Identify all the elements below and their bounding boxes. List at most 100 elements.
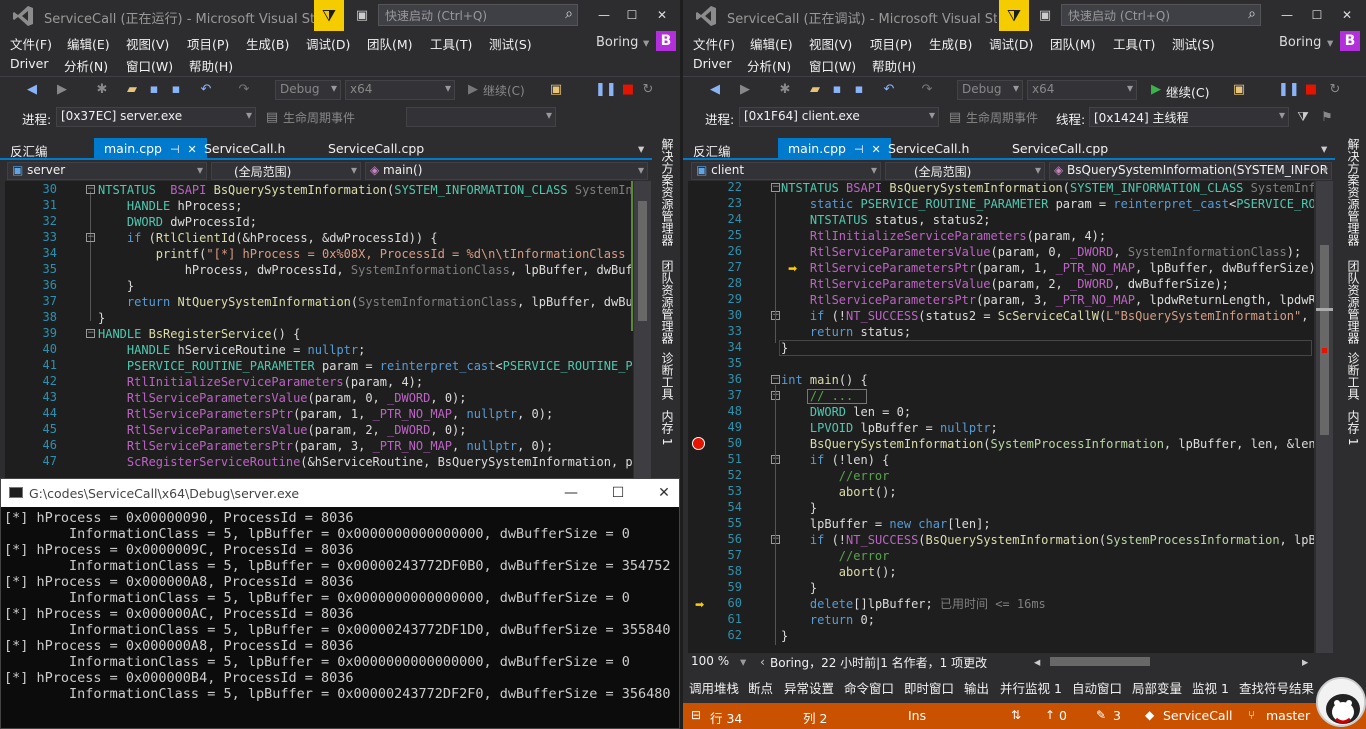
fold-collapse-icon[interactable]: − bbox=[86, 185, 95, 194]
code-line[interactable]: delete[]lpBuffer; 已用时间 <= 16ms bbox=[781, 596, 1046, 612]
fold-collapse-icon[interactable]: − bbox=[86, 233, 95, 242]
code-line[interactable]: RtlServiceParametersValue(param, 0, _DWO… bbox=[781, 244, 1301, 260]
config-combo[interactable]: Debug ▾ bbox=[275, 80, 341, 100]
open-folder-icon[interactable]: ▰ bbox=[124, 82, 140, 98]
code-line[interactable]: DWORD len = 0; bbox=[781, 404, 911, 420]
scroll-thumb[interactable] bbox=[638, 201, 647, 321]
pin-icon[interactable]: ⊣ bbox=[854, 143, 864, 156]
menu-view[interactable]: 视图(V) bbox=[126, 34, 169, 53]
codelens-info[interactable]: Boring，22 小时前|1 名作者，1 项更改 bbox=[770, 654, 987, 671]
status-unpushed-count[interactable]: 0 bbox=[1059, 708, 1067, 723]
arrow-up-icon[interactable]: ↑ bbox=[1045, 708, 1055, 722]
menu-project[interactable]: 项目(P) bbox=[870, 34, 912, 53]
menu-help[interactable]: 帮助(H) bbox=[872, 56, 916, 75]
code-editor[interactable]: 30 31 32 33 34 35 36 37 38 39 40 41 42 43 44 45 46 47 NTS… bbox=[5, 181, 633, 478]
back-icon[interactable]: ◀ bbox=[24, 82, 40, 98]
menu-project[interactable]: 项目(P) bbox=[187, 34, 229, 53]
menu-edit[interactable]: 编辑(E) bbox=[750, 34, 793, 53]
minimize-button[interactable]: — bbox=[590, 4, 618, 26]
breakpoint-icon[interactable] bbox=[692, 437, 705, 450]
console-close-button[interactable]: ✕ bbox=[654, 485, 674, 501]
menu-help[interactable]: 帮助(H) bbox=[189, 56, 233, 75]
tab-breakpoints[interactable]: 断点 bbox=[748, 678, 773, 697]
avatar[interactable] bbox=[1316, 677, 1366, 727]
tab-disassembly[interactable]: 反汇编 bbox=[0, 138, 58, 160]
nav-scope-combo[interactable]: (全局范围) ▾ bbox=[211, 162, 361, 180]
new-project-icon[interactable]: ✱ bbox=[777, 82, 793, 98]
code-line[interactable]: if (!len) { bbox=[781, 452, 889, 468]
config-combo[interactable]: Debug ▾ bbox=[957, 80, 1023, 100]
maximize-button[interactable]: ☐ bbox=[1303, 4, 1331, 26]
redo-icon[interactable]: ↷ bbox=[236, 82, 252, 98]
codelens-prev-icon[interactable]: ‹ bbox=[760, 654, 765, 669]
code-line[interactable]: abort(); bbox=[781, 564, 897, 580]
code-line[interactable]: } bbox=[98, 278, 134, 294]
tab-main-cpp[interactable]: main.cpp ⊣ ✕ bbox=[778, 138, 891, 160]
code-line[interactable]: if (!NT_SUCCESS(status2 = ScServiceCallW… bbox=[781, 308, 1314, 324]
feedback-filter-icon[interactable]: ⧩ bbox=[999, 0, 1029, 31]
redo-icon[interactable]: ↷ bbox=[919, 82, 935, 98]
code-line[interactable]: HANDLE BsRegisterService() { bbox=[98, 326, 300, 342]
code-line[interactable]: PSERVICE_ROUTINE_PARAMETER param = reint… bbox=[98, 358, 633, 374]
tab-servicecall-h[interactable]: ServiceCall.h bbox=[878, 138, 979, 160]
save-all-icon[interactable]: ▪ bbox=[168, 82, 184, 98]
code-line[interactable]: printf("[*] hProcess = 0x%08X, ProcessId… bbox=[98, 246, 633, 262]
menu-window[interactable]: 窗口(W) bbox=[126, 56, 173, 75]
stop-icon[interactable]: ■ bbox=[620, 82, 636, 98]
code-line[interactable]: RtlInitializeServiceParameters(param, 4)… bbox=[781, 228, 1106, 244]
console-maximize-button[interactable]: ☐ bbox=[608, 485, 628, 501]
code-line[interactable]: if (RtlClientId(&hProcess, &dwProcessId)… bbox=[98, 230, 438, 246]
code-line[interactable]: if (!NT_SUCCESS(BsQuerySystemInformation… bbox=[781, 532, 1314, 548]
branch-icon[interactable]: ⑂ bbox=[1248, 708, 1255, 722]
tab-disassembly[interactable]: 反汇编 bbox=[683, 138, 741, 160]
user-name[interactable]: Boring bbox=[596, 35, 638, 50]
code-line[interactable]: RtlInitializeServiceParameters(param, 4)… bbox=[98, 374, 423, 390]
user-name[interactable]: Boring bbox=[1279, 35, 1321, 50]
side-tab-solution-explorer[interactable]: 解决方案资源管理器 bbox=[1345, 138, 1362, 246]
code-line[interactable]: RtlServiceParametersPtr(param, 1, _PTR_N… bbox=[781, 260, 1314, 276]
code-line[interactable]: } bbox=[781, 500, 817, 516]
menu-tools[interactable]: 工具(T) bbox=[1113, 34, 1155, 53]
scroll-thumb[interactable] bbox=[1320, 245, 1329, 435]
fold-collapse-icon[interactable]: − bbox=[771, 375, 780, 384]
tab-watch[interactable]: 监视 1 bbox=[1192, 678, 1229, 697]
undo-icon[interactable]: ↶ bbox=[198, 82, 214, 98]
tab-find-symbol-results[interactable]: 查找符号结果 bbox=[1239, 678, 1314, 697]
menu-analyze[interactable]: 分析(N) bbox=[747, 56, 791, 75]
menu-window[interactable]: 窗口(W) bbox=[809, 56, 856, 75]
status-branch[interactable]: master bbox=[1266, 708, 1310, 723]
menu-tools[interactable]: 工具(T) bbox=[430, 34, 472, 53]
tab-immediate-window[interactable]: 即时窗口 bbox=[904, 678, 954, 697]
stop-icon[interactable]: ■ bbox=[1303, 82, 1319, 98]
code-line[interactable]: lpBuffer = new char[len]; bbox=[781, 516, 991, 532]
feedback-icon[interactable]: ▣ bbox=[1035, 6, 1055, 26]
continue-label[interactable]: 继续(C) bbox=[483, 82, 525, 99]
code-line[interactable]: HANDLE hProcess; bbox=[98, 198, 243, 214]
menu-team[interactable]: 团队(M) bbox=[367, 34, 413, 53]
save-icon[interactable]: ▪ bbox=[829, 82, 845, 98]
flag-icon[interactable]: ⚑ bbox=[1319, 110, 1335, 126]
tab-exception-settings[interactable]: 异常设置 bbox=[784, 678, 834, 697]
code-line[interactable]: return 0; bbox=[781, 612, 875, 628]
scroll-left-icon[interactable]: ◂ bbox=[1034, 654, 1040, 669]
user-dropdown-icon[interactable]: ▾ bbox=[1327, 35, 1333, 50]
nav-function-combo[interactable]: ◈ BsQuerySystemInformation(SYSTEM_INFOR ▾ bbox=[1049, 162, 1332, 180]
menu-test[interactable]: 测试(S) bbox=[1172, 34, 1215, 53]
process-combo[interactable]: [0x37EC] server.exe ▾ bbox=[56, 107, 256, 127]
code-line[interactable]: NTSTATUS BSAPI BsQuerySystemInformation(… bbox=[98, 182, 633, 198]
tab-overflow-icon[interactable]: ▾ bbox=[638, 141, 644, 156]
nav-project-combo[interactable]: ▣ client ▾ bbox=[691, 162, 881, 180]
attach-icon[interactable]: ▣ bbox=[548, 82, 564, 98]
side-tab-team-explorer[interactable]: 团队资源管理器 bbox=[659, 260, 676, 344]
code-line[interactable]: RtlServiceParametersValue(param, 2, _DWO… bbox=[98, 422, 467, 438]
side-tab-memory[interactable]: 内存 1 bbox=[1345, 410, 1362, 445]
scroll-right-icon[interactable]: ▸ bbox=[1302, 654, 1308, 669]
menu-test[interactable]: 测试(S) bbox=[489, 34, 532, 53]
lifecycle-label[interactable]: 生命周期事件 bbox=[283, 109, 355, 126]
tab-locals[interactable]: 局部变量 bbox=[1132, 678, 1182, 697]
lifecycle-icon[interactable]: ▤ bbox=[264, 110, 280, 126]
process-combo[interactable]: [0x1F64] client.exe ▾ bbox=[739, 107, 939, 127]
code-line[interactable]: RtlServiceParametersValue(param, 2, _DWO… bbox=[781, 276, 1229, 292]
code-line[interactable]: NTSTATUS BSAPI BsQuerySystemInformation(… bbox=[781, 181, 1314, 196]
code-line[interactable]: return status; bbox=[781, 324, 911, 340]
